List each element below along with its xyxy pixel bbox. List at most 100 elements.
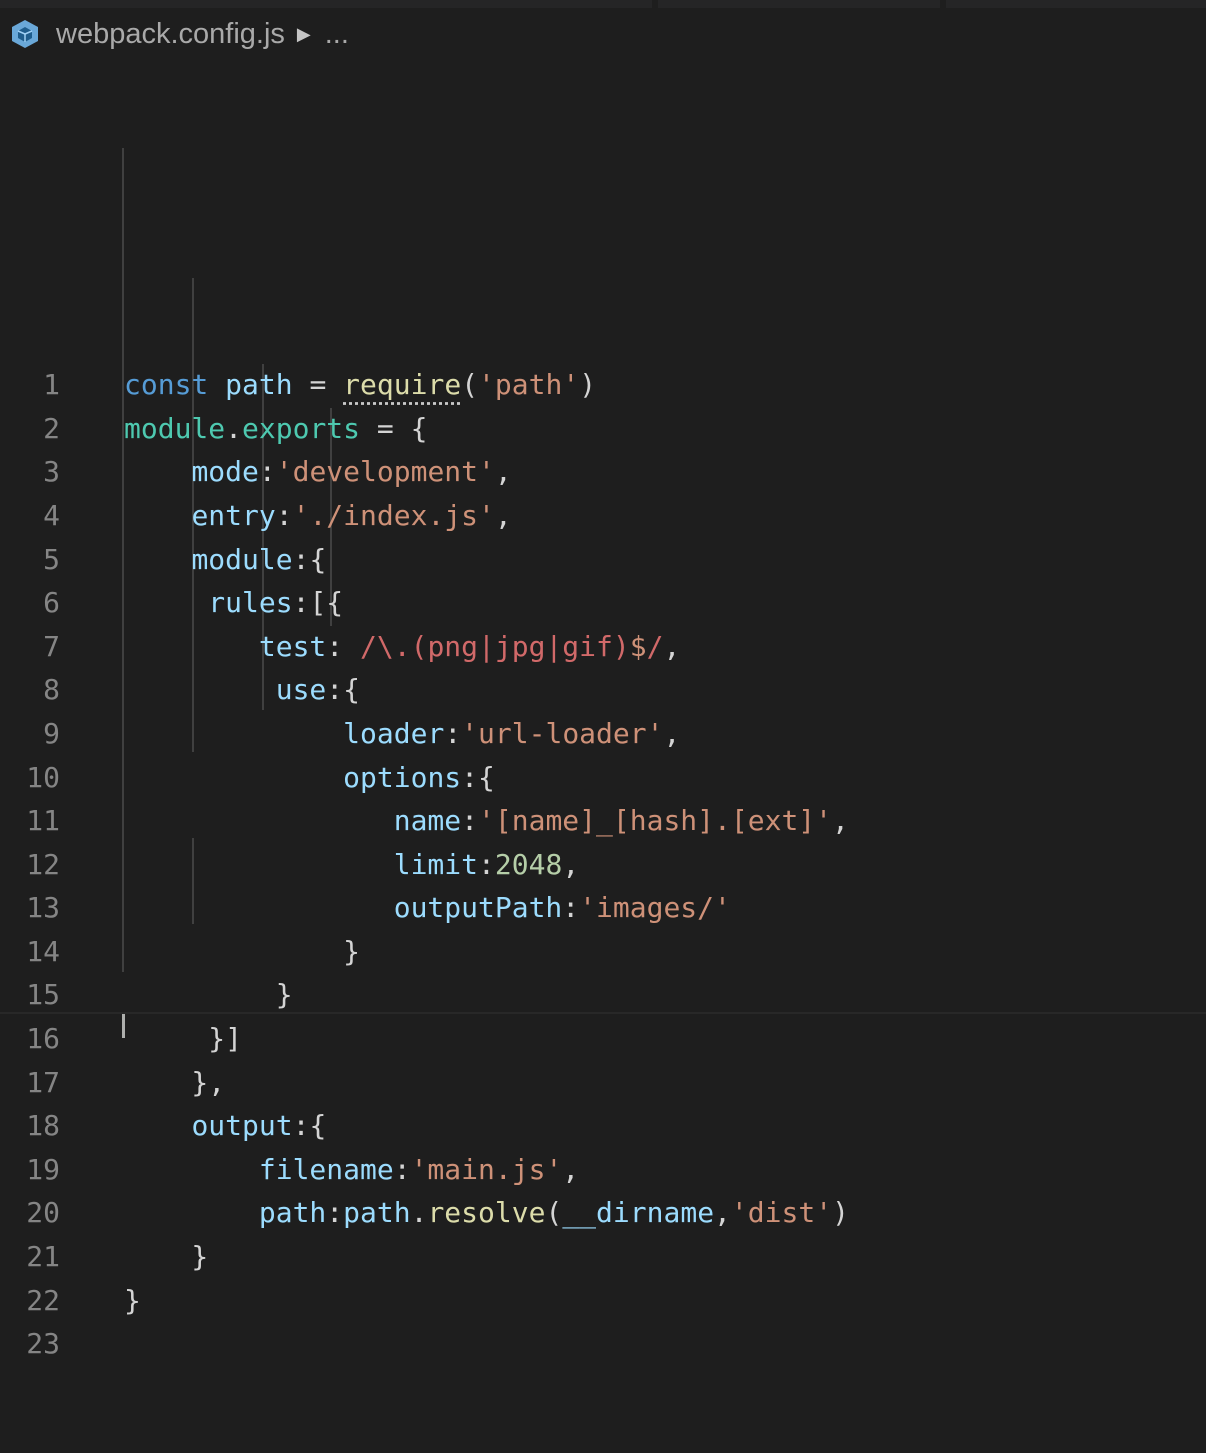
chevron-right-icon: ▶ (296, 23, 311, 44)
code-line[interactable]: 12 limit:2048, (0, 843, 1206, 887)
code-token: $ (629, 629, 647, 663)
code-token: }] (124, 1022, 243, 1056)
line-number: 11 (26, 804, 60, 838)
code-token: : (326, 1196, 344, 1230)
code-token: :{ (292, 1109, 327, 1143)
code-line[interactable]: 15 } (0, 973, 1206, 1017)
breadcrumb[interactable]: webpack.config.js ▶ ... (10, 14, 349, 54)
code-token: entry (191, 498, 276, 532)
code-token: 'images/' (579, 891, 731, 925)
line-number: 1 (43, 368, 60, 402)
code-line[interactable]: 10 options:{ (0, 756, 1206, 800)
line-text: } (124, 1235, 208, 1279)
code-lines: 1 const path = require('path') 2 module.exp… (0, 363, 1206, 1366)
code-line[interactable]: 11 name:'[name]_[hash].[ext]', (0, 799, 1206, 843)
code-line[interactable]: 20 path:path.resolve(__dirname,'dist') (0, 1191, 1206, 1235)
code-token: : (562, 891, 580, 925)
code-token: } (124, 934, 361, 968)
code-token: 'url-loader' (461, 716, 664, 750)
code-line[interactable]: 1 const path = require('path') (0, 363, 1206, 407)
code-line[interactable]: 21 } (0, 1235, 1206, 1279)
code-token: = (292, 368, 344, 402)
line-text: entry:'./index.js', (124, 494, 512, 538)
tab-divider (652, 0, 658, 8)
code-line[interactable]: 2 module.exports = { (0, 407, 1206, 451)
tab-strip-edge (0, 0, 1206, 8)
line-number: 21 (26, 1240, 60, 1274)
code-editor[interactable]: webpack.config.js ▶ ... 1 const path = re… (0, 0, 1206, 1360)
line-text: rules:[{ (124, 581, 343, 625)
line-number: 10 (26, 760, 60, 794)
line-text: } (124, 973, 293, 1017)
breadcrumb-file-name[interactable]: webpack.config.js (56, 18, 285, 51)
code-token: = { (360, 411, 428, 445)
code-token: ) (832, 1196, 849, 1230)
line-number: 17 (26, 1065, 60, 1099)
line-number: 9 (43, 716, 60, 750)
code-token: loader (343, 716, 445, 750)
code-token: : (258, 455, 276, 489)
code-line[interactable]: 19 filename:'main.js', (0, 1148, 1206, 1192)
line-number: 19 (26, 1152, 60, 1186)
code-token: outputPath (393, 891, 563, 925)
line-text: module:{ (124, 538, 326, 582)
code-token: ( (461, 368, 479, 402)
line-text: }, (124, 1061, 225, 1105)
code-line[interactable]: 7 test: /\.(png|jpg|gif)$/, (0, 625, 1206, 669)
line-text: mode:'development', (124, 450, 511, 494)
code-line[interactable]: 13 outputPath:'images/' (0, 886, 1206, 930)
code-token: test (258, 629, 327, 663)
code-line[interactable]: 3 mode:'development', (0, 450, 1206, 494)
line-text: test: /\.(png|jpg|gif)$/, (124, 625, 680, 669)
line-number: 15 (26, 978, 60, 1012)
line-number: 5 (43, 542, 60, 576)
code-line[interactable]: 14 } (0, 930, 1206, 974)
code-token: : (461, 804, 479, 838)
code-line[interactable]: 23 (0, 1322, 1206, 1366)
code-token: :{ (326, 673, 361, 707)
line-number: 13 (26, 891, 60, 925)
tab-divider (940, 0, 946, 8)
code-token: } (124, 1240, 209, 1274)
code-token: / (646, 629, 664, 663)
code-line[interactable]: 4 entry:'./index.js', (0, 494, 1206, 538)
code-token: . (410, 1196, 428, 1230)
line-text: module.exports = { (124, 407, 427, 451)
code-line[interactable]: 8 use:{ (0, 668, 1206, 712)
line-number: 14 (26, 934, 60, 968)
text-cursor (122, 1014, 125, 1038)
code-token: , (562, 1152, 580, 1186)
code-token: path (258, 1196, 327, 1230)
line-number: 16 (26, 1022, 60, 1056)
code-token: name (393, 804, 462, 838)
code-line[interactable]: 5 module:{ (0, 538, 1206, 582)
line-text: } (124, 930, 360, 974)
code-token: exports (242, 411, 361, 445)
code-token: :[{ (292, 586, 344, 620)
line-text: limit:2048, (124, 843, 579, 887)
code-area[interactable]: 1 const path = require('path') 2 module.exp… (0, 58, 1206, 1360)
code-token: , (494, 498, 512, 532)
line-text: loader:'url-loader', (124, 712, 680, 756)
code-line[interactable]: 17 }, (0, 1061, 1206, 1105)
line-number: 2 (43, 411, 60, 445)
code-token: ( (545, 1196, 563, 1230)
code-token: , (663, 629, 681, 663)
code-line[interactable]: 22} (0, 1279, 1206, 1323)
code-line[interactable]: 9 loader:'url-loader', (0, 712, 1206, 756)
code-line[interactable]: 18 output:{ (0, 1104, 1206, 1148)
code-line[interactable]: 6 rules:[{ (0, 581, 1206, 625)
code-token: '[name]_[hash].[ext]' (478, 804, 833, 838)
code-token: /\.(png|jpg|gif) (360, 629, 630, 663)
code-line[interactable]: 16 }] (0, 1017, 1206, 1061)
breadcrumb-more[interactable]: ... (325, 18, 349, 51)
code-token: : (393, 1152, 411, 1186)
code-token: require (343, 368, 462, 402)
line-number: 22 (26, 1283, 60, 1317)
